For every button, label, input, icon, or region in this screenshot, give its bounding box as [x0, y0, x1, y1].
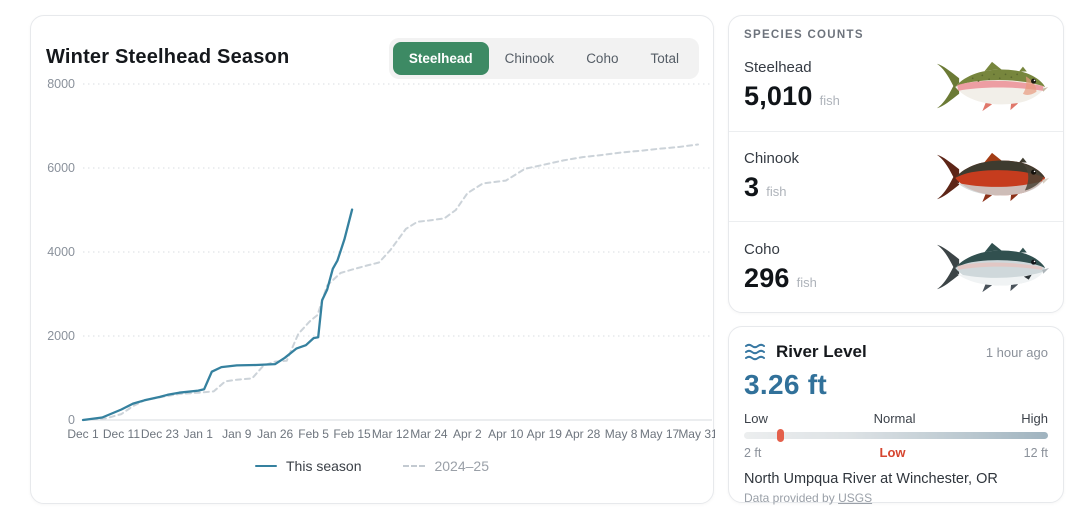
species-unit: fish: [766, 184, 786, 199]
chinook-fish-icon: [933, 148, 1051, 206]
gauge-marker: [777, 429, 784, 442]
tab-steelhead[interactable]: Steelhead: [393, 42, 489, 75]
steelhead-fish-icon: [933, 57, 1051, 115]
last-updated-timestamp: 1 hour ago: [986, 345, 1048, 360]
species-name: Coho: [744, 241, 817, 258]
species-name: Steelhead: [744, 59, 840, 76]
tab-total[interactable]: Total: [634, 42, 695, 75]
legend-item-previous-season: 2024–25: [403, 458, 489, 474]
gauge-scale-labels: Low Normal High: [744, 411, 1048, 426]
svg-text:May 17: May 17: [640, 427, 680, 441]
svg-text:4000: 4000: [47, 245, 75, 259]
species-name: Chinook: [744, 150, 799, 167]
svg-text:May 31: May 31: [678, 427, 715, 441]
status-badge: Low: [880, 445, 906, 460]
coho-fish-icon: [933, 238, 1051, 296]
species-unit: fish: [820, 93, 840, 108]
species-count: 3: [744, 172, 759, 203]
usgs-link[interactable]: USGS: [838, 491, 872, 505]
river-level-gauge: [744, 432, 1048, 439]
species-rows: Steelhead 5,010 fish: [729, 41, 1063, 312]
page-title: Winter Steelhead Season: [46, 38, 289, 69]
svg-text:Apr 2: Apr 2: [453, 427, 482, 441]
species-counts-card: SPECIES COUNTS Steelhead 5,010 fish: [728, 15, 1064, 313]
season-line-chart: 0 2000 4000 6000 8000 Dec 1 Dec 11Dec 23 Jan 1 J…: [31, 79, 715, 447]
svg-text:May 8: May 8: [605, 427, 638, 441]
species-row-steelhead: Steelhead 5,010 fish: [729, 41, 1063, 132]
waves-icon: [744, 342, 768, 362]
svg-text:Feb 15: Feb 15: [333, 427, 371, 441]
river-level-value: 3.26 ft: [744, 369, 1048, 401]
species-info: Steelhead 5,010 fish: [744, 59, 840, 112]
svg-text:6000: 6000: [47, 161, 75, 175]
svg-text:Jan 9: Jan 9: [222, 427, 252, 441]
svg-text:Apr 28: Apr 28: [565, 427, 601, 441]
svg-text:Jan 26: Jan 26: [257, 427, 293, 441]
legend-label: This season: [286, 458, 361, 474]
svg-text:Apr 10: Apr 10: [488, 427, 524, 441]
station-name: North Umpqua River at Winchester, OR: [744, 471, 1048, 487]
svg-text:2000: 2000: [47, 329, 75, 343]
species-counts-heading: SPECIES COUNTS: [729, 16, 1063, 41]
legend-item-this-season: This season: [255, 458, 361, 474]
river-level-title: River Level: [776, 342, 867, 362]
river-level-card: River Level 1 hour ago 3.26 ft Low Norma…: [728, 326, 1064, 503]
svg-text:Mar 12: Mar 12: [372, 427, 410, 441]
svg-text:0: 0: [68, 413, 75, 427]
data-attribution: Data provided by USGS: [744, 491, 1048, 505]
series-2024–25: [83, 145, 698, 421]
solid-line-swatch: [255, 465, 277, 467]
svg-text:Dec 1: Dec 1: [67, 427, 99, 441]
gauge-min-label: 2 ft: [744, 446, 761, 460]
svg-text:Jan 1: Jan 1: [184, 427, 214, 441]
tab-coho[interactable]: Coho: [570, 42, 634, 75]
species-count: 296: [744, 263, 790, 294]
tab-chinook[interactable]: Chinook: [489, 42, 571, 75]
species-row-coho: Coho 296 fish: [729, 222, 1063, 312]
species-info: Chinook 3 fish: [744, 150, 799, 203]
legend-label: 2024–25: [434, 458, 489, 474]
species-unit: fish: [797, 275, 817, 290]
species-count: 5,010: [744, 81, 813, 112]
svg-text:Feb 5: Feb 5: [298, 427, 329, 441]
chart-legend: This season 2024–25: [31, 458, 713, 474]
scale-label-high: High: [1021, 411, 1048, 426]
species-info: Coho 296 fish: [744, 241, 817, 294]
scale-label-low: Low: [744, 411, 768, 426]
svg-text:Dec 23: Dec 23: [141, 427, 179, 441]
species-row-chinook: Chinook 3 fish: [729, 132, 1063, 223]
gauge-max-label: 12 ft: [1024, 446, 1048, 460]
attribution-text: Data provided by: [744, 491, 838, 505]
svg-text:Apr 19: Apr 19: [527, 427, 563, 441]
svg-text:Dec 11: Dec 11: [103, 427, 140, 441]
svg-text:Mar 24: Mar 24: [410, 427, 448, 441]
chart-header: Winter Steelhead Season Steelhead Chinoo…: [31, 32, 713, 79]
svg-text:8000: 8000: [47, 79, 75, 91]
species-tab-group: Steelhead Chinook Coho Total: [389, 38, 699, 79]
dashed-line-swatch: [403, 465, 425, 467]
scale-label-normal: Normal: [874, 411, 916, 426]
season-chart-card: Winter Steelhead Season Steelhead Chinoo…: [30, 15, 714, 504]
